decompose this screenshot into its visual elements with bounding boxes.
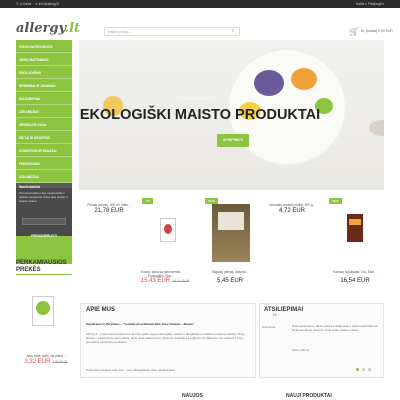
product-image[interactable] (32, 296, 54, 326)
new-products-title: NAUJI PRODUKTAI (286, 393, 332, 399)
reviews-title: ATSILIEPIMAI (264, 307, 304, 313)
reviews-box (259, 303, 384, 378)
berries-image (254, 70, 284, 96)
quote-icon: ❝ (272, 312, 278, 323)
sidebar-item[interactable]: Ekologiškai (16, 66, 72, 79)
sidebar-item[interactable]: Dribsniai ir javainiai (16, 79, 72, 92)
review-text: Puiki parduotuvė, labai greitas pristaty… (292, 324, 379, 333)
product-price: 21,78 EUR (94, 208, 124, 214)
mango-image (291, 68, 317, 90)
product-name[interactable]: Kokos. kava su daržovėmis. Ekologiška, N… (136, 270, 186, 278)
newsletter-email-field[interactable] (22, 218, 66, 225)
about-more-link[interactable]: Sužinokite daugiau apie Jus – mes džiaug… (86, 368, 252, 372)
about-heading: Hipokratas iš Paryžiaus – "Leiskite jūsų… (86, 322, 195, 326)
slider-dot[interactable] (356, 368, 359, 371)
product-name[interactable]: Jeruzalės artišokų miltai, 500 g... (262, 203, 322, 207)
product-image[interactable] (347, 214, 363, 242)
newsletter-text: Prenumeruokite mūsų naujienlaiškį ir gau… (16, 188, 72, 236)
product-price: 4,72 EUR (278, 208, 305, 214)
product-name[interactable]: Pienas kokosų, 400 ml, Natu... (79, 203, 139, 207)
product-image[interactable] (212, 204, 250, 262)
review-author: Anonimas (262, 325, 276, 329)
top-bar: ☰ Ll Kalba ✉ info@allergy.lt Kalba ▾ Pri… (0, 0, 400, 8)
sidebar-item[interactable]: Vaikų maitinimas (16, 53, 72, 66)
search-icon[interactable]: ⌕ (228, 28, 238, 35)
about-text: Allergy.lt – internetinė parduotuvė, kur… (86, 332, 246, 345)
shop-now-button[interactable]: APSIPIRKTI (217, 134, 249, 147)
product-price: 3,32 EUR 3,50 EUR (24, 359, 68, 365)
slider-dot[interactable] (368, 368, 371, 371)
product-name[interactable]: Kokosų šokoladas, Cru, Ekol... (325, 270, 385, 274)
product-image[interactable] (160, 218, 176, 242)
email-link[interactable]: ✉ info@allergy.lt (35, 2, 59, 6)
product-price: 16,54 EUR (340, 278, 370, 284)
header: allergy.lt Ieškoti prekių... ⌕ 🛒 Kr. (tu… (0, 8, 400, 40)
subscribe-button[interactable]: PRENUMERUOTI (22, 232, 66, 240)
language-link[interactable]: ☰ Ll Kalba (16, 2, 31, 6)
sidebar-item[interactable]: Miltai ir kruopos (16, 131, 72, 144)
about-title: APIE MUS (86, 307, 116, 313)
review-signature: Aistė, Vilnius (292, 348, 310, 352)
account-links[interactable]: Kalba ▾ Prisijungti ▾ (356, 2, 384, 6)
slider-dot[interactable] (362, 368, 365, 371)
sidebar-item[interactable]: Konservai ir padažai (16, 144, 72, 157)
hero-subtitle: ALLERGY.LT (182, 96, 218, 102)
search-input[interactable]: Ieškoti prekių... (104, 27, 240, 36)
new-badge: NEW (329, 198, 342, 204)
logo[interactable]: allergy.lt (16, 21, 80, 36)
hero-title: EKOLOGIŠKI MAISTO PRODUKTAI (79, 107, 321, 123)
discount-badge: -5% (142, 198, 154, 204)
cart-icon[interactable]: 🛒 (349, 27, 359, 36)
title-underline (16, 274, 72, 275)
sidebar-item[interactable]: Užkandžiai (16, 170, 72, 183)
product-name[interactable]: Javų košė, Bebi, Be pieno... (16, 354, 76, 358)
sidebar-item[interactable]: Visos kategorijos (16, 40, 72, 53)
cart-summary[interactable]: Kr. (tuščia) 0,00 EUR (361, 29, 393, 33)
product-name[interactable]: Migdolų pienas, Natural... (205, 270, 255, 274)
sidebar-item[interactable]: Prieskoniai (16, 157, 72, 170)
product-price: 15,43 EUR 16,24 EUR (140, 278, 190, 284)
new-section-title: NAUJOS (182, 393, 203, 399)
product-price: 5,45 EUR (216, 278, 243, 284)
bestsellers-title: PERKAMIAUSIOS PREKĖS (16, 260, 67, 273)
